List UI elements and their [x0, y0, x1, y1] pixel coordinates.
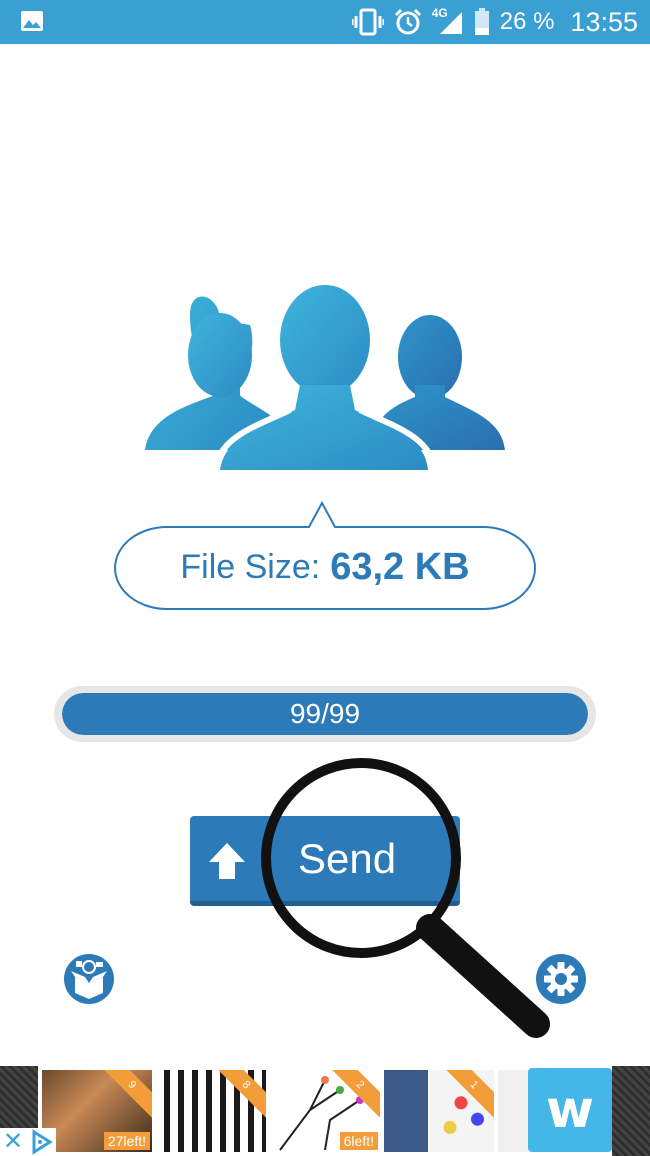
- alarm-icon: [394, 8, 421, 35]
- clock: 13:55: [570, 6, 638, 37]
- vibrate-icon: [351, 8, 384, 36]
- ad-ribbon: 9: [97, 1070, 152, 1120]
- signal-icon: [439, 12, 462, 34]
- ad-ribbon: 1: [439, 1070, 494, 1120]
- ad-close-icon[interactable]: ✕: [0, 1128, 26, 1156]
- image-icon: [21, 11, 43, 31]
- ad-pattern-right: [612, 1066, 650, 1156]
- upload-arrow-icon: [209, 843, 245, 879]
- battery-percent: 26 %: [499, 8, 555, 35]
- progress-count: 99/99: [289, 698, 361, 729]
- backup-box-icon[interactable]: [63, 953, 115, 1005]
- ad-stock-tag: 6left!: [339, 1132, 378, 1150]
- ad-banner[interactable]: 9 27left! 8 2 6left! 1 w: [0, 1066, 650, 1156]
- contacts-group-icon: [145, 285, 505, 471]
- progress-bar: 99/99: [54, 686, 596, 742]
- gear-icon[interactable]: [535, 953, 587, 1005]
- ad-product-tile[interactable]: 1: [384, 1070, 494, 1152]
- file-size-label: File Size:: [180, 547, 321, 586]
- progress-track: 99/99: [62, 693, 588, 735]
- ad-product-tile[interactable]: 9 27left!: [42, 1070, 152, 1152]
- file-size-text: File Size: 63,2 KB: [112, 527, 538, 607]
- ad-product-tile[interactable]: 2 6left!: [270, 1070, 380, 1152]
- file-size-value: 63,2 KB: [330, 545, 470, 588]
- ad-product-tile[interactable]: 8: [156, 1070, 266, 1152]
- adchoices-icon[interactable]: [26, 1128, 56, 1156]
- send-button[interactable]: Send: [190, 816, 460, 906]
- ad-content[interactable]: 9 27left! 8 2 6left! 1 w: [38, 1066, 612, 1156]
- wish-logo[interactable]: w: [528, 1068, 612, 1152]
- send-button-label: Send: [298, 835, 397, 882]
- ad-ribbon: 8: [211, 1070, 266, 1120]
- ad-product-tile-partial[interactable]: [498, 1070, 528, 1152]
- network-indicator: 4G: [432, 6, 464, 36]
- battery-icon: [474, 8, 489, 35]
- ad-stock-tag: 27left!: [103, 1132, 150, 1150]
- status-bar: 4G 26 % 13:55: [0, 0, 650, 44]
